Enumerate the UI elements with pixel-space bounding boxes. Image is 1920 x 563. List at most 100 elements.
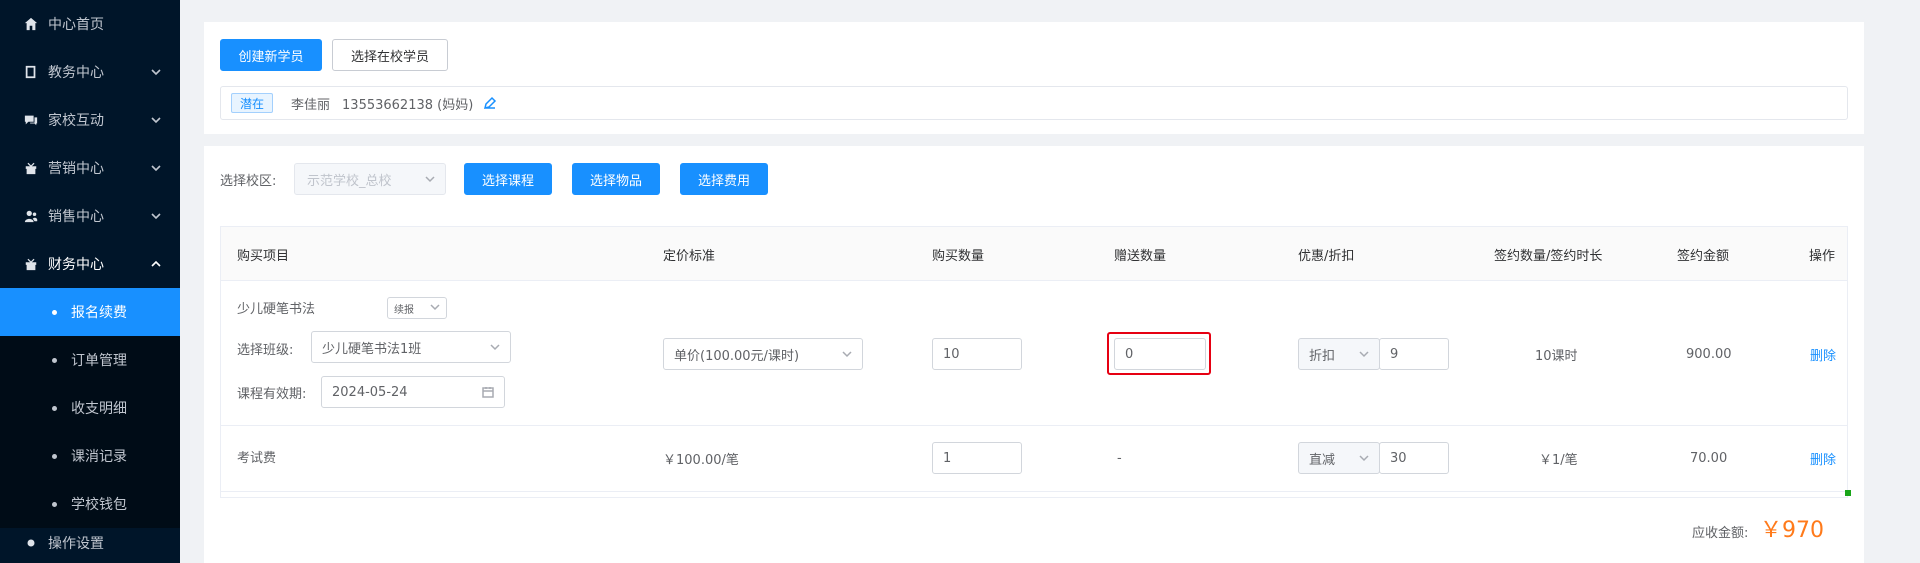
sidebar-item-finance[interactable]: 财务中心 (0, 240, 180, 288)
column-header: 赠送数量 (1114, 248, 1167, 264)
column-header: 购买数量 (932, 248, 985, 264)
enroll-mode-value: 续报 (394, 304, 414, 316)
row-divider (221, 425, 1847, 426)
enroll-mode-select[interactable]: 续报 (387, 297, 447, 319)
chevron-down-icon (1359, 348, 1369, 358)
finance-submenu: 报名续费 订单管理 收支明细 课消记录 学校钱包 (0, 288, 180, 528)
order-table: 购买项目 定价标准 购买数量 赠送数量 优惠/折扣 签约数量/签约时长 签约金额… (220, 226, 1848, 498)
validity-date-picker[interactable]: 2024-05-24 (321, 376, 505, 408)
sidebar-item-label: 销售中心 (48, 209, 104, 225)
contract-quantity: 10课时 (1535, 348, 1578, 364)
chevron-down-icon (150, 114, 162, 126)
sidebar-item-academic[interactable]: 教务中心 (0, 48, 180, 96)
fee-name: 考试费 (237, 450, 277, 466)
sidebar-subitem-label: 收支明细 (71, 401, 127, 417)
sidebar-subitem-wallet[interactable]: 学校钱包 (0, 480, 180, 528)
sidebar-item-label: 财务中心 (48, 257, 104, 273)
finance-icon (24, 257, 38, 271)
sidebar-subitem-enroll[interactable]: 报名续费 (0, 288, 180, 336)
class-select[interactable]: 少儿硬笔书法1班 (311, 331, 511, 363)
chevron-down-icon (1359, 452, 1369, 462)
price-standard-value: 单价(100.00元/课时) (674, 348, 800, 364)
gift-quantity-input[interactable]: 0 (1114, 338, 1206, 370)
class-label: 选择班级: (237, 342, 294, 358)
calendar-icon (482, 386, 494, 398)
table-header: 购买项目 定价标准 购买数量 赠送数量 优惠/折扣 签约数量/签约时长 签约金额… (221, 227, 1847, 281)
delete-link[interactable]: 删除 (1810, 449, 1836, 468)
discount-type-value: 折扣 (1309, 348, 1336, 364)
sidebar-item-home-school[interactable]: 家校互动 (0, 96, 180, 144)
column-header: 操作 (1809, 248, 1836, 264)
select-student-button[interactable]: 选择在校学员 (332, 39, 448, 71)
column-header: 购买项目 (237, 248, 290, 264)
order-card: 选择校区: 示范学校_总校 选择课程 选择物品 选择费用 购买项目 定价标准 购… (204, 146, 1864, 563)
selected-student-bar: 潜在 李佳丽 13553662138 (妈妈) (220, 86, 1848, 120)
chevron-down-icon (425, 173, 435, 183)
total-amount: ￥970 (1760, 518, 1824, 543)
edit-icon[interactable] (483, 96, 497, 110)
sidebar-subitem-label: 报名续费 (71, 305, 127, 321)
class-select-value: 少儿硬笔书法1班 (322, 341, 422, 357)
discount-type-select[interactable]: 直减 (1298, 442, 1380, 474)
student-phone: 13553662138 (妈妈) (342, 97, 474, 113)
sidebar-subitem-label: 学校钱包 (71, 497, 127, 513)
contract-amount: 70.00 (1690, 450, 1728, 466)
contract-amount: 900.00 (1686, 346, 1732, 362)
status-badge: 潜在 (231, 93, 274, 113)
chevron-up-icon (150, 258, 162, 270)
page-scrollbar[interactable] (1908, 0, 1920, 563)
column-header: 签约金额 (1677, 248, 1730, 264)
gift-icon (24, 161, 38, 175)
discount-value-input[interactable]: 9 (1379, 338, 1449, 370)
column-header: 优惠/折扣 (1298, 248, 1355, 264)
chevron-down-icon (150, 162, 162, 174)
select-fee-button[interactable]: 选择费用 (680, 163, 768, 195)
sidebar: 中心首页 教务中心 家校互动 营销中心 销售中心 财务中心 报名续费 订单管理 (0, 0, 180, 563)
sidebar-item-marketing[interactable]: 营销中心 (0, 144, 180, 192)
bullet-icon (52, 309, 57, 315)
bullet-icon (52, 405, 57, 411)
sidebar-item-home[interactable]: 中心首页 (0, 0, 180, 48)
select-item-button[interactable]: 选择物品 (572, 163, 660, 195)
create-student-button[interactable]: 创建新学员 (220, 39, 322, 71)
campus-select-value: 示范学校_总校 (307, 173, 392, 189)
discount-type-select[interactable]: 折扣 (1298, 338, 1380, 370)
sidebar-subitem-consumption[interactable]: 课消记录 (0, 432, 180, 480)
campus-select: 示范学校_总校 (294, 163, 446, 195)
chevron-down-icon (490, 341, 500, 351)
sidebar-item-label: 中心首页 (48, 17, 104, 33)
column-header: 签约数量/签约时长 (1494, 248, 1603, 264)
sidebar-subitem-transactions[interactable]: 收支明细 (0, 384, 180, 432)
user-group-icon (24, 209, 38, 223)
sidebar-item-label: 营销中心 (48, 161, 104, 177)
delete-link[interactable]: 删除 (1810, 345, 1836, 364)
column-header: 定价标准 (663, 248, 716, 264)
sidebar-item-sales[interactable]: 销售中心 (0, 192, 180, 240)
chevron-down-icon (842, 348, 852, 358)
sidebar-subitem-orders[interactable]: 订单管理 (0, 336, 180, 384)
sidebar-item-settings[interactable]: 操作设置 (0, 528, 180, 558)
sidebar-subitem-label: 订单管理 (71, 353, 127, 369)
sidebar-subitem-label: 课消记录 (71, 449, 127, 465)
chevron-down-icon (150, 66, 162, 78)
discount-value-input[interactable]: 30 (1379, 442, 1449, 474)
validity-label: 课程有效期: (237, 386, 307, 402)
student-name: 李佳丽 (291, 97, 331, 113)
select-course-button[interactable]: 选择课程 (464, 163, 552, 195)
total-label: 应收金额: (1692, 526, 1749, 541)
sidebar-item-label: 操作设置 (48, 536, 104, 552)
settings-icon (24, 536, 38, 550)
discount-type-value: 直减 (1309, 452, 1336, 468)
main-content: 创建新学员 选择在校学员 潜在 李佳丽 13553662138 (妈妈) 选择校… (180, 0, 1920, 563)
contract-quantity: ￥1/笔 (1539, 452, 1578, 468)
student-card: 创建新学员 选择在校学员 潜在 李佳丽 13553662138 (妈妈) (204, 22, 1864, 134)
book-icon (24, 65, 38, 79)
chevron-down-icon (430, 302, 440, 312)
bullet-icon (52, 357, 57, 363)
row-divider (221, 491, 1847, 492)
quantity-input[interactable]: 10 (932, 338, 1022, 370)
quantity-input[interactable]: 1 (932, 442, 1022, 474)
price-standard-select[interactable]: 单价(100.00元/课时) (663, 338, 863, 370)
bullet-icon (52, 501, 57, 507)
fee-price: ￥100.00/笔 (663, 452, 739, 468)
